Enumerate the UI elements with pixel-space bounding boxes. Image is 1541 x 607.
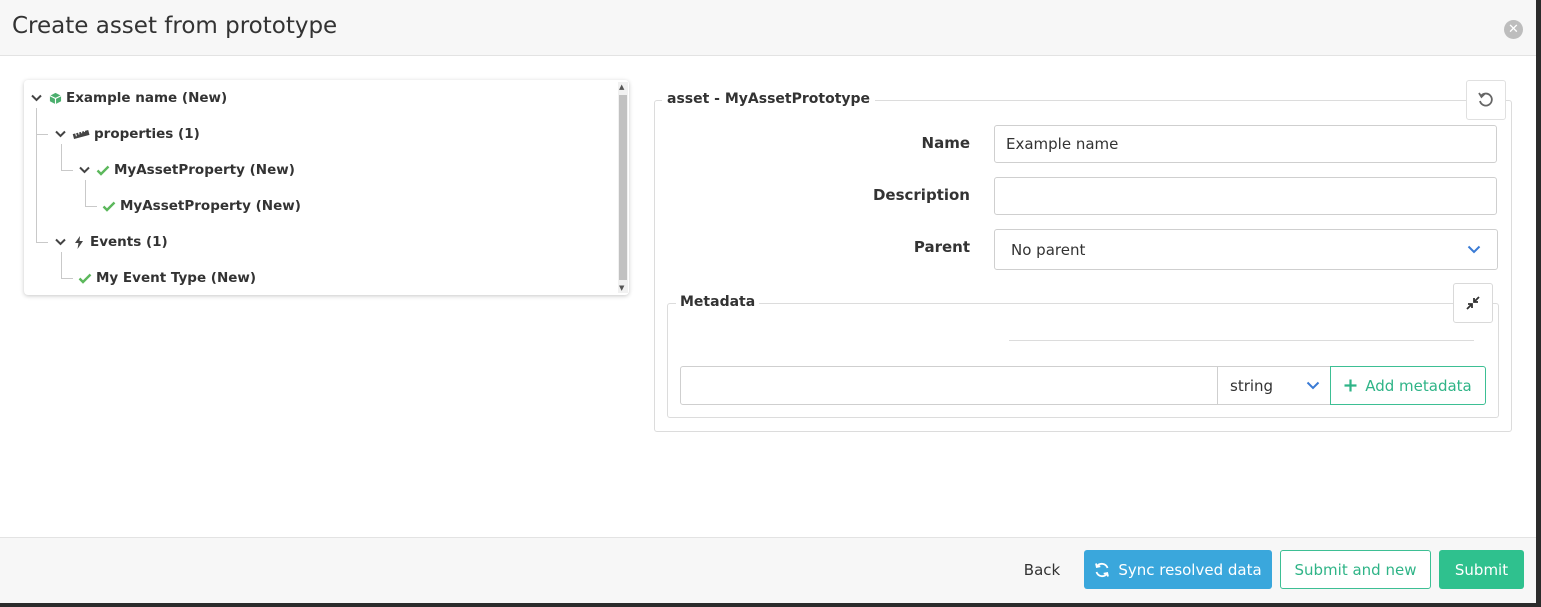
description-label: Description bbox=[872, 186, 970, 204]
collapse-button[interactable] bbox=[1453, 283, 1493, 323]
reset-button[interactable] bbox=[1466, 80, 1506, 120]
tree-node-event-type[interactable]: My Event Type (New) bbox=[73, 268, 256, 288]
metadata-key-input[interactable] bbox=[680, 366, 1218, 405]
scroll-down-icon[interactable]: ▼ bbox=[619, 284, 624, 292]
tree-node-events[interactable]: Events (1) bbox=[53, 232, 168, 252]
metadata-type-select[interactable]: string bbox=[1217, 366, 1331, 405]
tree-node-label: My Event Type (New) bbox=[96, 270, 257, 286]
submit-button[interactable]: Submit bbox=[1439, 550, 1524, 589]
tree-node-asset[interactable]: Example name (New) bbox=[29, 88, 227, 108]
metadata-divider bbox=[1009, 340, 1474, 341]
description-input[interactable] bbox=[994, 177, 1497, 215]
tree-guide bbox=[36, 108, 37, 242]
submit-and-new-button[interactable]: Submit and new bbox=[1280, 550, 1431, 589]
chevron-down-icon[interactable] bbox=[53, 238, 67, 246]
tree-node-property[interactable]: MyAssetProperty (New) bbox=[77, 160, 295, 180]
sync-icon bbox=[1095, 562, 1110, 577]
scrollbar-thumb[interactable] bbox=[619, 95, 627, 280]
name-input[interactable] bbox=[994, 125, 1497, 163]
parent-select-value: No parent bbox=[1011, 240, 1086, 259]
tree-node-label: properties (1) bbox=[94, 126, 200, 142]
tree-node-label: MyAssetProperty (New) bbox=[114, 162, 295, 178]
parent-select[interactable]: No parent bbox=[994, 229, 1498, 270]
metadata-legend: Metadata bbox=[676, 294, 760, 310]
name-label: Name bbox=[921, 134, 970, 152]
undo-icon bbox=[1478, 92, 1493, 107]
tree-scrollbar[interactable]: ▲ ▼ bbox=[618, 82, 628, 293]
compress-icon bbox=[1466, 296, 1480, 310]
tree-guide bbox=[61, 278, 73, 279]
chevron-down-icon[interactable] bbox=[77, 166, 91, 174]
chevron-down-icon[interactable] bbox=[29, 94, 43, 102]
bolt-icon bbox=[71, 235, 87, 249]
add-metadata-label: Add metadata bbox=[1365, 376, 1472, 395]
tree-guide bbox=[85, 206, 97, 207]
dialog-title: Create asset from prototype bbox=[12, 13, 338, 39]
chevron-down-icon[interactable] bbox=[53, 130, 67, 138]
scroll-up-icon[interactable]: ▲ bbox=[619, 83, 624, 91]
tree-node-label: Events (1) bbox=[90, 234, 168, 250]
tree-node-label: MyAssetProperty (New) bbox=[120, 198, 301, 214]
ruler-icon bbox=[71, 129, 91, 139]
tree-node-property-child[interactable]: MyAssetProperty (New) bbox=[97, 196, 301, 216]
tree-node-label: Example name (New) bbox=[66, 90, 228, 106]
chevron-down-icon bbox=[1306, 381, 1320, 390]
tree-node-properties[interactable]: properties (1) bbox=[53, 124, 200, 144]
tree-guide bbox=[36, 242, 48, 243]
tree-guide bbox=[36, 134, 48, 135]
check-icon bbox=[101, 201, 117, 212]
plus-icon bbox=[1344, 379, 1357, 392]
metadata-type-value: string bbox=[1230, 376, 1274, 395]
chevron-down-icon bbox=[1467, 245, 1481, 254]
add-metadata-button[interactable]: Add metadata bbox=[1330, 366, 1486, 405]
close-icon[interactable]: ✕ bbox=[1504, 20, 1523, 39]
create-asset-dialog: Create asset from prototype ✕ ▲ ▼ Exampl… bbox=[0, 0, 1536, 603]
tree-guide bbox=[61, 252, 62, 278]
parent-label: Parent bbox=[913, 238, 970, 256]
tree-guide bbox=[85, 180, 86, 206]
tree-guide bbox=[61, 170, 73, 171]
sync-resolved-data-button[interactable]: Sync resolved data bbox=[1084, 550, 1272, 589]
check-icon bbox=[77, 273, 93, 284]
sync-label: Sync resolved data bbox=[1118, 560, 1262, 579]
tree-guide bbox=[61, 144, 62, 170]
asset-legend: asset - MyAssetPrototype bbox=[662, 91, 876, 107]
dialog-header: Create asset from prototype ✕ bbox=[0, 0, 1536, 56]
back-button[interactable]: Back bbox=[1012, 550, 1072, 589]
asset-tree-panel: ▲ ▼ Example name (New) properties (1) My… bbox=[24, 80, 629, 295]
check-icon bbox=[95, 165, 111, 176]
cube-icon bbox=[47, 92, 63, 105]
